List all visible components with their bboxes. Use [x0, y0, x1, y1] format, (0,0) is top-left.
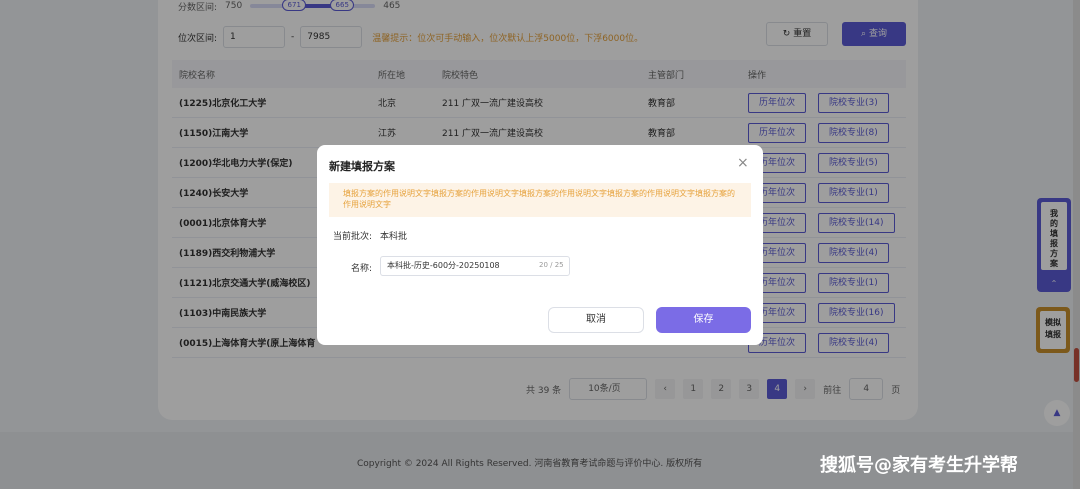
new-plan-dialog: 新建填报方案 × 填报方案的作用说明文字填报方案的作用说明文字填报方案的作用说明… — [317, 145, 763, 345]
cancel-button[interactable]: 取消 — [548, 307, 644, 333]
name-char-count: 20 / 25 — [539, 261, 564, 269]
save-button[interactable]: 保存 — [656, 307, 751, 333]
batch-label: 当前批次: — [333, 232, 373, 242]
name-label: 名称: — [351, 264, 373, 274]
close-icon[interactable]: × — [737, 155, 749, 171]
dialog-title: 新建填报方案 — [329, 160, 395, 173]
watermark: 搜狐号@家有考生升学帮 — [820, 455, 1018, 476]
batch-value: 本科批 — [380, 232, 408, 242]
dialog-notice: 填报方案的作用说明文字填报方案的作用说明文字填报方案的作用说明文字填报方案的作用… — [329, 183, 751, 217]
